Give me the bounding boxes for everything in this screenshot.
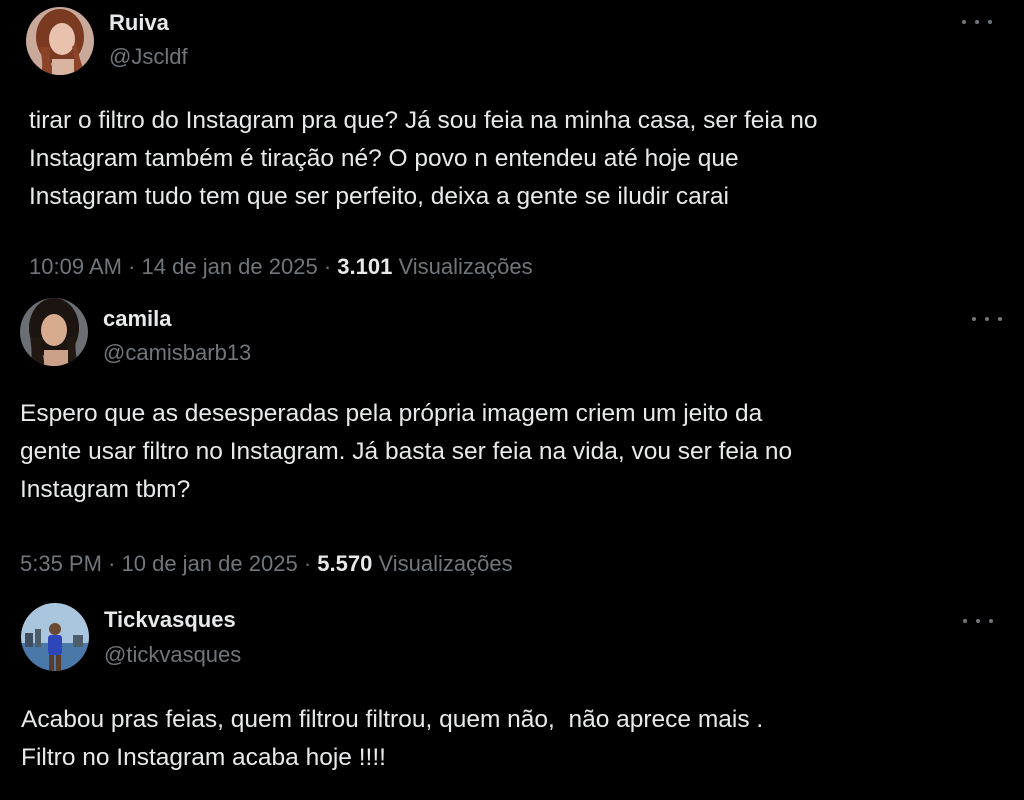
avatar-tickvasques[interactable]: [21, 603, 89, 671]
tweet-text-line: tirar o filtro do Instagram pra que? Já …: [29, 107, 818, 134]
profile-photo-icon: [20, 298, 88, 366]
avatar-ruiva[interactable]: [26, 7, 94, 75]
tweet-text-line: Instagram tbm?: [20, 476, 191, 503]
profile-photo-icon: [26, 7, 94, 75]
tweet-text-line: Instagram tudo tem que ser perfeito, dei…: [29, 183, 729, 210]
display-name[interactable]: Tickvasques: [104, 607, 236, 633]
separator: ·: [108, 551, 116, 576]
tweet-time[interactable]: 10:09 AM: [29, 254, 122, 279]
separator: ·: [128, 254, 136, 279]
user-handle[interactable]: @Jscldf: [109, 44, 188, 70]
views-label: Visualizações: [398, 254, 533, 279]
user-handle[interactable]: @camisbarb13: [103, 340, 251, 366]
tweet-camila[interactable]: camila @camisbarb13 Espero que as desesp…: [0, 290, 1024, 592]
more-options-icon[interactable]: [963, 614, 993, 628]
display-name[interactable]: camila: [103, 306, 172, 332]
views-count: 5.570: [317, 551, 373, 576]
profile-photo-icon: [21, 603, 89, 671]
user-handle[interactable]: @tickvasques: [104, 642, 241, 668]
more-options-icon[interactable]: [972, 312, 1002, 326]
tweet-meta: 10:09 AM · 14 de jan de 2025 · 3.101 Vis…: [29, 254, 533, 280]
views-label: Visualizações: [378, 551, 513, 576]
tweet-text-line: Acabou pras feias, quem filtrou filtrou,…: [21, 706, 764, 733]
tweet-text: Espero que as desesperadas pela própria …: [20, 395, 792, 509]
display-name[interactable]: Ruiva: [109, 10, 169, 36]
tweet-ruiva[interactable]: Ruiva @Jscldf tirar o filtro do Instagra…: [0, 0, 1024, 290]
tweet-text-line: Filtro no Instagram acaba hoje !!!!: [21, 744, 386, 771]
tweet-text: tirar o filtro do Instagram pra que? Já …: [29, 102, 818, 216]
more-options-icon[interactable]: [962, 15, 992, 29]
tweet-text: Acabou pras feias, quem filtrou filtrou,…: [21, 701, 763, 777]
tweet-text-line: Instagram também é tiração né? O povo n …: [29, 145, 739, 172]
views-count: 3.101: [337, 254, 393, 279]
avatar-camila[interactable]: [20, 298, 88, 366]
separator: ·: [303, 551, 312, 576]
tweet-time[interactable]: 5:35 PM: [20, 551, 102, 576]
tweet-tickvasques[interactable]: Tickvasques @tickvasques Acabou pras fei…: [0, 592, 1024, 800]
tweet-text-line: Espero que as desesperadas pela própria …: [20, 400, 763, 427]
tweet-meta: 5:35 PM · 10 de jan de 2025 · 5.570 Visu…: [20, 551, 513, 577]
separator: ·: [323, 254, 332, 279]
tweet-date[interactable]: 10 de jan de 2025: [122, 551, 298, 576]
tweet-text-line: gente usar filtro no Instagram. Já basta…: [20, 438, 793, 465]
tweet-date[interactable]: 14 de jan de 2025: [142, 254, 318, 279]
